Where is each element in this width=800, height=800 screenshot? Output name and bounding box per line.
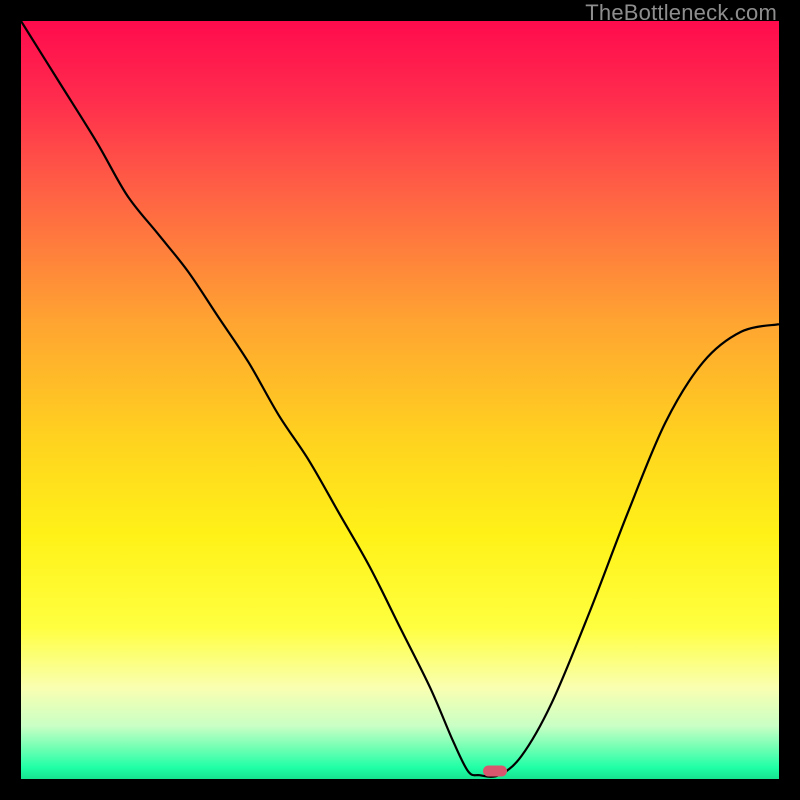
plot-area: [21, 21, 779, 779]
bottleneck-curve: [21, 21, 779, 777]
chart-svg: [21, 21, 779, 779]
bottleneck-marker: [483, 766, 507, 777]
chart-container: TheBottleneck.com: [0, 0, 800, 800]
